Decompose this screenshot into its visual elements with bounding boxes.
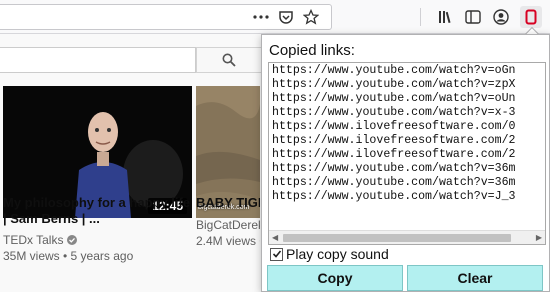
copied-link: https://www.ilovefreesoftware.com/2	[272, 148, 516, 161]
play-sound-checkbox[interactable]	[270, 247, 283, 261]
copied-link: https://www.youtube.com/watch?v=J_3	[272, 190, 516, 203]
pocket-icon[interactable]	[275, 6, 297, 28]
video-meta: 35M views • 5 years ago	[3, 249, 134, 263]
verified-icon	[67, 235, 78, 245]
video-title[interactable]: My philosophy for a happy life | Sam Ber…	[3, 195, 193, 227]
copied-link: https://www.youtube.com/watch?v=36m	[272, 176, 516, 189]
checkmark-icon	[272, 250, 281, 258]
extension-icon[interactable]	[520, 6, 542, 28]
channel-name-2[interactable]: BigCatDerek	[196, 217, 260, 233]
links-list: https://www.youtube.com/watch?v=oGn https…	[272, 64, 516, 204]
channel-name[interactable]: TEDx Talks	[3, 232, 63, 248]
account-icon[interactable]	[490, 6, 512, 28]
copied-link: https://www.youtube.com/watch?v=oUn	[272, 92, 516, 105]
copied-link: https://www.youtube.com/watch?v=36m	[272, 162, 516, 175]
horizontal-scrollbar[interactable]: ◀ ▶	[269, 230, 545, 244]
copied-link: https://www.youtube.com/watch?v=zpX	[272, 78, 516, 91]
copied-link: https://www.youtube.com/watch?v=x-3	[272, 106, 516, 119]
clear-button[interactable]: Clear	[407, 265, 543, 291]
copied-link: https://www.ilovefreesoftware.com/0	[272, 120, 516, 133]
copy-button[interactable]: Copy	[267, 265, 403, 291]
search-button[interactable]	[196, 47, 262, 73]
toolbar-separator	[420, 8, 421, 26]
scroll-left-icon[interactable]: ◀	[272, 233, 278, 243]
video-meta-2: 2.4M views •	[196, 234, 260, 248]
browser-toolbar	[0, 0, 550, 34]
copied-link: https://www.ilovefreesoftware.com/2	[272, 134, 516, 147]
search-icon	[222, 53, 236, 67]
channel-row: TEDx Talks	[3, 232, 78, 248]
scrollbar-thumb[interactable]	[283, 234, 511, 242]
search-input[interactable]	[0, 47, 196, 73]
copied-link: https://www.youtube.com/watch?v=oGn	[272, 64, 516, 77]
popup-title: Copied links:	[269, 42, 355, 59]
more-icon[interactable]	[250, 6, 272, 28]
links-textarea[interactable]: https://www.youtube.com/watch?v=oGn https…	[268, 62, 546, 245]
star-icon[interactable]	[300, 6, 322, 28]
play-copy-sound-option[interactable]: Play copy sound	[270, 246, 389, 262]
library-icon[interactable]	[435, 6, 457, 28]
video-title-ellipsis: ...	[89, 211, 100, 226]
scroll-right-icon[interactable]: ▶	[536, 233, 542, 243]
sidebar-icon[interactable]	[462, 6, 484, 28]
play-sound-label: Play copy sound	[286, 246, 389, 262]
copied-links-popup: Copied links: https://www.youtube.com/wa…	[261, 34, 550, 292]
video-title-2[interactable]: BABY TIGER	[196, 195, 260, 211]
